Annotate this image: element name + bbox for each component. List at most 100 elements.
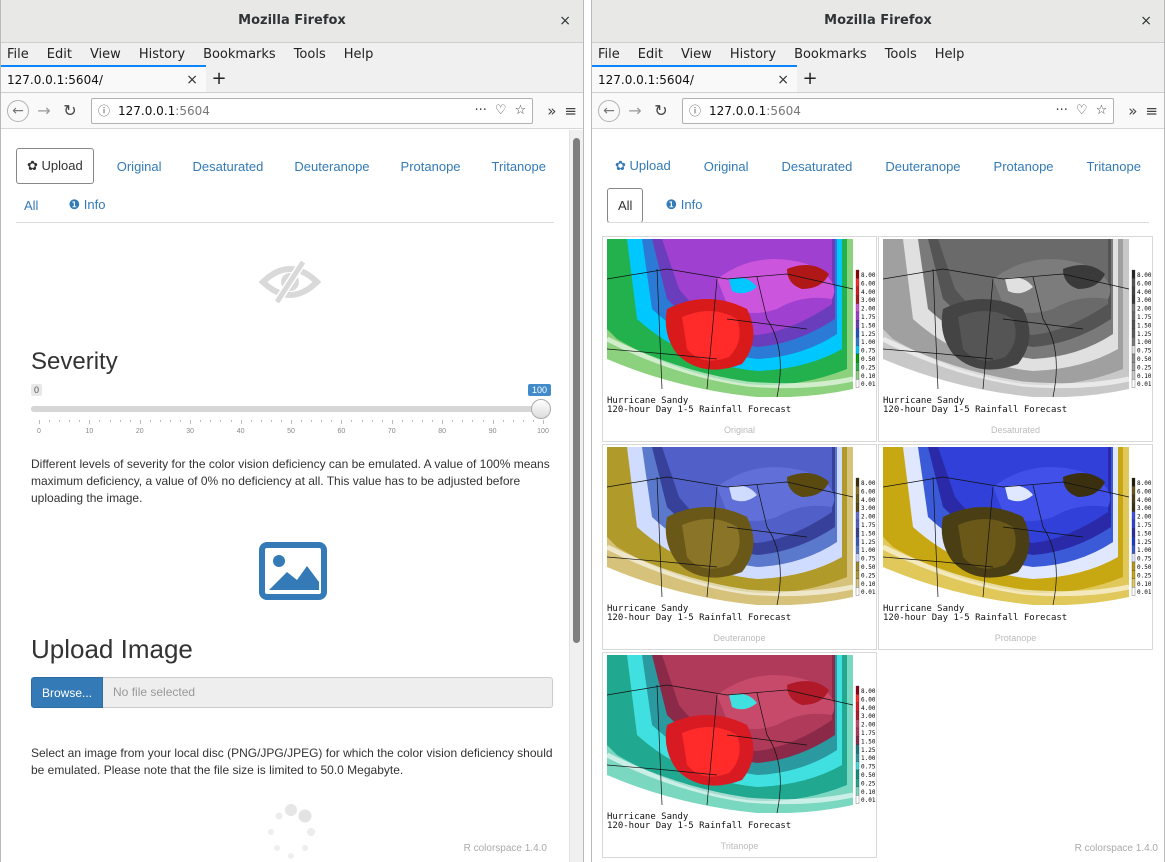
tab-desaturated[interactable]: Desaturated	[774, 151, 861, 182]
legend-value: 1.75	[1137, 314, 1151, 321]
slider-tick	[230, 420, 232, 422]
close-window-button[interactable]: ×	[559, 13, 571, 29]
slider-tick	[432, 420, 434, 422]
menu-view[interactable]: View	[681, 47, 712, 62]
tab-all[interactable]: All	[607, 187, 644, 223]
overflow-menu-icon[interactable]: »	[547, 102, 556, 120]
new-tab-button[interactable]: +	[206, 65, 232, 92]
menu-help[interactable]: Help	[344, 47, 374, 62]
menu-bookmarks[interactable]: Bookmarks	[203, 47, 276, 62]
legend-swatch	[1131, 379, 1136, 388]
browser-tab[interactable]: 127.0.0.1:5604/ ×	[1, 65, 206, 92]
legend-swatch	[1131, 494, 1136, 504]
bookmark-star-icon[interactable]: ☆	[515, 103, 527, 118]
menu-view[interactable]: View	[90, 47, 121, 62]
legend-value: 0.50	[1137, 356, 1151, 363]
tab-protanope[interactable]: Protanope	[986, 151, 1062, 182]
legend-swatch	[1131, 320, 1136, 329]
pocket-icon[interactable]: ♡	[1076, 103, 1088, 118]
menu-edit[interactable]: Edit	[638, 47, 663, 62]
tab-upload[interactable]: ✿ Upload	[607, 150, 679, 182]
reload-button[interactable]: ↻	[650, 100, 672, 122]
vertical-scrollbar[interactable]	[569, 130, 583, 862]
legend-value: 3.00	[1137, 505, 1151, 512]
tab-original[interactable]: Original	[109, 151, 170, 182]
menu-file[interactable]: File	[7, 47, 29, 62]
file-input[interactable]: Browse... No file selected	[31, 677, 553, 708]
legend-value: 0.01	[1137, 381, 1151, 388]
tab-info[interactable]: ❶ Info	[60, 189, 113, 221]
legend-value: 4.00	[861, 705, 875, 712]
scrollbar-thumb[interactable]	[573, 138, 580, 643]
browser-tab[interactable]: 127.0.0.1:5604/ ×	[592, 65, 797, 92]
forward-button[interactable]: →	[33, 100, 55, 122]
tab-deuteranope[interactable]: Deuteranope	[286, 151, 377, 182]
legend-swatch	[855, 727, 860, 737]
rainfall-map	[607, 239, 853, 397]
overflow-menu-icon[interactable]: »	[1128, 102, 1137, 120]
hamburger-menu-icon[interactable]: ≡	[1145, 102, 1158, 120]
browse-button[interactable]: Browse...	[31, 677, 104, 708]
legend-value: 0.01	[861, 589, 875, 596]
panel-label: Deuteranope	[713, 633, 766, 643]
legend-swatch	[1131, 578, 1136, 588]
image-panel-original: 8.00 6.00 4.00 3.00 2.00 1.75 1.50 1.25 1.00 0.75…	[602, 236, 877, 442]
legend-swatch	[855, 362, 860, 371]
close-tab-icon[interactable]: ×	[186, 72, 198, 88]
slider-tick-label: 10	[85, 428, 94, 435]
legend-value: 0.75	[1137, 348, 1151, 355]
tab-info[interactable]: ❶ Info	[657, 189, 710, 221]
reload-button[interactable]: ↻	[59, 100, 81, 122]
slider-tick	[200, 420, 202, 422]
page-actions-icon[interactable]: ···	[1056, 103, 1068, 118]
severity-slider[interactable]: 0 100 0 10 20 30 40 50 60 70 80 90 100	[31, 384, 551, 438]
url-bar[interactable]: ⓘ 127.0.0.1 :5604 ··· ♡ ☆	[682, 97, 1115, 124]
legend-value: 1.50	[1137, 530, 1151, 537]
page-actions-icon[interactable]: ···	[475, 103, 487, 118]
bookmark-star-icon[interactable]: ☆	[1096, 103, 1108, 118]
image-panel-deuteranope: 8.00 6.00 4.00 3.00 2.00 1.75 1.50 1.25 1.00 0.75…	[602, 444, 877, 650]
legend-swatch	[855, 370, 860, 380]
menu-file[interactable]: File	[598, 47, 620, 62]
close-tab-icon[interactable]: ×	[777, 72, 789, 88]
legend-swatch	[1131, 295, 1136, 304]
slider-handle[interactable]	[531, 399, 551, 419]
pocket-icon[interactable]: ♡	[495, 103, 507, 118]
app-navigation: ✿ Upload Original Desaturated Deuteranop…	[607, 148, 1149, 223]
hamburger-menu-icon[interactable]: ≡	[564, 102, 577, 120]
tab-tritanope[interactable]: Tritanope	[1079, 151, 1149, 182]
legend-swatch	[1131, 286, 1136, 296]
back-button[interactable]: ←	[598, 99, 620, 122]
menu-edit[interactable]: Edit	[47, 47, 72, 62]
tab-desaturated[interactable]: Desaturated	[185, 151, 272, 182]
slider-tick-label: 20	[135, 428, 144, 435]
slider-track[interactable]	[31, 406, 541, 412]
menu-history[interactable]: History	[139, 47, 185, 62]
tab-protanope[interactable]: Protanope	[393, 151, 469, 182]
slider-tick	[240, 420, 242, 424]
back-button[interactable]: ←	[7, 99, 29, 122]
map-caption: Hurricane Sandy 120-hour Day 1-5 Rainfall…	[883, 605, 1067, 623]
menu-help[interactable]: Help	[935, 47, 965, 62]
tab-deuteranope[interactable]: Deuteranope	[877, 151, 968, 182]
forward-button[interactable]: →	[624, 100, 646, 122]
menu-bookmarks[interactable]: Bookmarks	[794, 47, 867, 62]
site-info-icon[interactable]: ⓘ	[689, 102, 701, 119]
tab-all[interactable]: All	[16, 190, 46, 221]
site-info-icon[interactable]: ⓘ	[98, 102, 110, 119]
tab-original[interactable]: Original	[696, 151, 757, 182]
menu-history[interactable]: History	[730, 47, 776, 62]
tab-upload[interactable]: ✿ Upload	[16, 148, 94, 184]
menu-tools[interactable]: Tools	[885, 47, 917, 62]
url-bar[interactable]: ⓘ 127.0.0.1 :5604 ··· ♡ ☆	[91, 97, 534, 124]
close-window-button[interactable]: ×	[1140, 13, 1152, 29]
slider-tick	[462, 420, 464, 422]
menu-tools[interactable]: Tools	[294, 47, 326, 62]
info-icon: ❶	[665, 197, 678, 212]
legend-swatch	[855, 519, 860, 529]
map-caption: Hurricane Sandy 120-hour Day 1-5 Rainfall…	[607, 813, 791, 831]
legend-swatch	[1131, 328, 1136, 338]
tab-tritanope[interactable]: Tritanope	[484, 151, 554, 182]
slider-tick	[190, 420, 192, 424]
new-tab-button[interactable]: +	[797, 65, 823, 92]
